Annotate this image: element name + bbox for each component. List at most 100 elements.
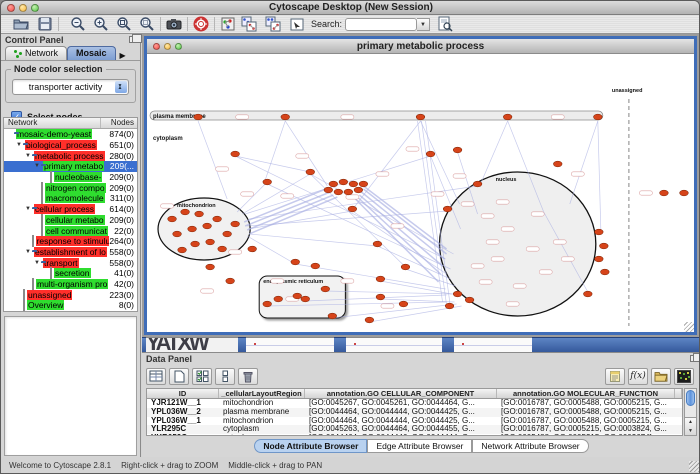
- table-cell[interactable]: mitochondrion: [219, 417, 305, 426]
- zoom-fit-icon[interactable]: [116, 16, 132, 32]
- table-cell[interactable]: [GO:0044464, GO:0044444, GO:0044425, G..…: [305, 408, 497, 417]
- network-node[interactable]: [168, 216, 177, 222]
- network-node[interactable]: [321, 286, 330, 292]
- tree-expand-arrow[interactable]: ▼: [33, 163, 41, 169]
- network-node[interactable]: [453, 291, 462, 297]
- attribute-notes-icon[interactable]: [605, 368, 625, 385]
- tree-header[interactable]: Network Nodes: [4, 118, 137, 129]
- window-resize-grip[interactable]: [684, 322, 694, 332]
- background-window-edge[interactable]: [532, 337, 700, 352]
- tree-col-nodes[interactable]: Nodes: [101, 118, 137, 128]
- network-node[interactable]: [291, 259, 300, 265]
- network-node[interactable]: [349, 181, 358, 187]
- tab-network[interactable]: Network: [5, 46, 67, 60]
- delete-attribute-icon[interactable]: [238, 368, 258, 385]
- network-node[interactable]: [595, 256, 604, 262]
- table-cell[interactable]: [GO:0045267, GO:0045261, GO:0044464, G..…: [305, 399, 497, 408]
- float-panel-icon[interactable]: [129, 36, 137, 43]
- background-window-edge[interactable]: [334, 337, 346, 352]
- scrollbar-arrows[interactable]: ▲▼: [685, 417, 696, 435]
- table-cell[interactable]: [GO:0044464, GO:0044444, GO:0044425, G..…: [305, 417, 497, 426]
- zoom-selected-region-icon[interactable]: [139, 16, 155, 32]
- network-node[interactable]: [178, 247, 187, 253]
- tree-row[interactable]: nucleobase-209(0): [4, 172, 137, 183]
- table-cell[interactable]: YLR295C: [147, 425, 219, 434]
- network-node[interactable]: [195, 211, 204, 217]
- network-node[interactable]: [595, 229, 604, 235]
- tree-row[interactable]: secretion41(0): [4, 268, 137, 279]
- network-node[interactable]: [206, 239, 215, 245]
- network-node[interactable]: [426, 151, 435, 157]
- network-node[interactable]: [359, 181, 368, 187]
- network-node[interactable]: [473, 181, 482, 187]
- table-cell[interactable]: YJR121W__1: [147, 399, 219, 408]
- network-node[interactable]: [660, 190, 669, 196]
- table-cell[interactable]: [GO:0016787, GO:0005488, GO:0005215, G..…: [497, 408, 675, 417]
- help-lifering-icon[interactable]: [193, 16, 209, 32]
- network-node[interactable]: [191, 241, 200, 247]
- table-cell[interactable]: plasma membrane: [219, 408, 305, 417]
- zoom-in-icon[interactable]: [93, 16, 109, 32]
- tree-row[interactable]: cellular metabo209(0): [4, 215, 137, 226]
- tab-overflow-arrow[interactable]: ▶: [120, 51, 126, 60]
- tab-node-attribute-browser[interactable]: Node Attribute Browser: [254, 439, 367, 453]
- search-options-dropdown[interactable]: ▼: [417, 18, 430, 31]
- network-node[interactable]: [263, 179, 272, 185]
- network-node[interactable]: [281, 114, 290, 120]
- network-node[interactable]: [376, 294, 385, 300]
- network-node[interactable]: [465, 297, 474, 303]
- network-node[interactable]: [373, 241, 382, 247]
- vizmapper-icon[interactable]: [220, 16, 236, 32]
- table-row[interactable]: YPL036W__2plasma membrane[GO:0044464, GO…: [147, 408, 682, 417]
- background-window-preview[interactable]: [346, 337, 442, 352]
- network-node[interactable]: [263, 301, 272, 307]
- network-node[interactable]: [274, 296, 283, 302]
- network-node[interactable]: [226, 278, 235, 284]
- network-node[interactable]: [334, 189, 343, 195]
- unselect-attributes-icon[interactable]: [215, 368, 235, 385]
- table-cell[interactable]: mitochondrion: [219, 399, 305, 408]
- network-node[interactable]: [329, 181, 338, 187]
- import-attributes-icon[interactable]: [289, 16, 305, 32]
- tree-row[interactable]: macromolecule311(0): [4, 193, 137, 204]
- import-network-table-icon[interactable]: [265, 16, 281, 32]
- table-cell[interactable]: [GO:0016787, GO:0005488, GO:0005215, G..…: [497, 399, 675, 408]
- table-cell[interactable]: [GO:0016787, GO:0005215, GO:0003824, G..…: [497, 425, 675, 434]
- network-node[interactable]: [399, 301, 408, 307]
- advanced-search-icon[interactable]: [437, 16, 453, 32]
- network-canvas[interactable]: plasma membrane cytoplasm mitochondrion …: [147, 54, 694, 332]
- network-node[interactable]: [188, 226, 197, 232]
- network-node[interactable]: [306, 169, 315, 175]
- table-cell[interactable]: YPL036W__2: [147, 408, 219, 417]
- network-node[interactable]: [206, 264, 215, 270]
- attribute-table-header[interactable]: ID _cellularLayoutRegion annotation.GO C…: [147, 389, 682, 399]
- tree-expand-arrow[interactable]: ▼: [24, 153, 32, 159]
- network-node[interactable]: [354, 187, 363, 193]
- network-node[interactable]: [324, 187, 333, 193]
- snapshot-camera-icon[interactable]: [166, 16, 182, 32]
- network-node[interactable]: [203, 223, 212, 229]
- tree-row[interactable]: mosaic-demo-yeast874(0): [4, 129, 137, 140]
- network-node[interactable]: [416, 114, 425, 120]
- network-node[interactable]: [194, 114, 203, 120]
- tab-edge-attribute-browser[interactable]: Edge Attribute Browser: [367, 439, 472, 453]
- window-titlebar[interactable]: Cytoscape Desktop (New Session): [1, 1, 700, 15]
- network-node[interactable]: [223, 231, 232, 237]
- new-attribute-icon[interactable]: [169, 368, 189, 385]
- network-node[interactable]: [328, 313, 337, 319]
- network-node[interactable]: [600, 243, 609, 249]
- network-node[interactable]: [680, 190, 689, 196]
- network-node[interactable]: [503, 114, 512, 120]
- table-row[interactable]: YPL036W__1mitochondrion[GO:0044464, GO:0…: [147, 417, 682, 426]
- table-cell[interactable]: cytoplasm: [219, 425, 305, 434]
- tree-expand-arrow[interactable]: ▼: [24, 249, 32, 255]
- network-node[interactable]: [443, 206, 452, 212]
- background-window-edge[interactable]: [442, 337, 454, 352]
- tab-mosaic[interactable]: Mosaic: [67, 46, 116, 60]
- network-node[interactable]: [231, 151, 240, 157]
- network-node[interactable]: [218, 246, 227, 252]
- tree-row[interactable]: multi-organism pro42(0): [4, 279, 137, 290]
- network-window-titlebar[interactable]: primary metabolic process: [147, 39, 694, 54]
- search-input[interactable]: [345, 18, 417, 31]
- network-node[interactable]: [348, 206, 357, 212]
